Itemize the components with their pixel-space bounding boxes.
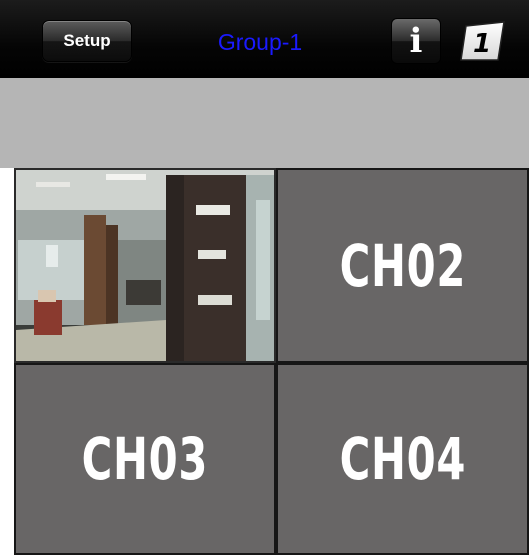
setup-button[interactable]: Setup: [42, 20, 132, 62]
group-title: Group-1: [217, 29, 303, 55]
channel-label: CH03: [81, 425, 209, 493]
single-channel-icon: 1: [460, 21, 505, 61]
single-channel-number: 1: [473, 29, 491, 59]
single-channel-button[interactable]: 1: [458, 18, 508, 64]
channel-tile-ch03[interactable]: CH03: [14, 363, 276, 555]
channel-tile-ch02[interactable]: CH02: [276, 168, 529, 363]
status-strip: [0, 78, 529, 168]
info-icon: i: [409, 21, 423, 61]
top-navigation-bar: Setup Group-1 i 1: [0, 0, 529, 78]
info-button[interactable]: i: [391, 18, 441, 64]
channel-grid: CH02 CH03 CH04: [14, 168, 529, 555]
channel-label: CH02: [339, 231, 466, 300]
channel-label: CH04: [339, 425, 466, 493]
camera-feed-image: [16, 170, 274, 361]
setup-button-label: Setup: [63, 31, 111, 50]
channel-tile-ch01[interactable]: [14, 168, 276, 363]
app-screen: Setup Group-1 i 1 CH02 CH03 CH04: [0, 0, 529, 555]
channel-tile-ch04[interactable]: CH04: [276, 363, 529, 555]
